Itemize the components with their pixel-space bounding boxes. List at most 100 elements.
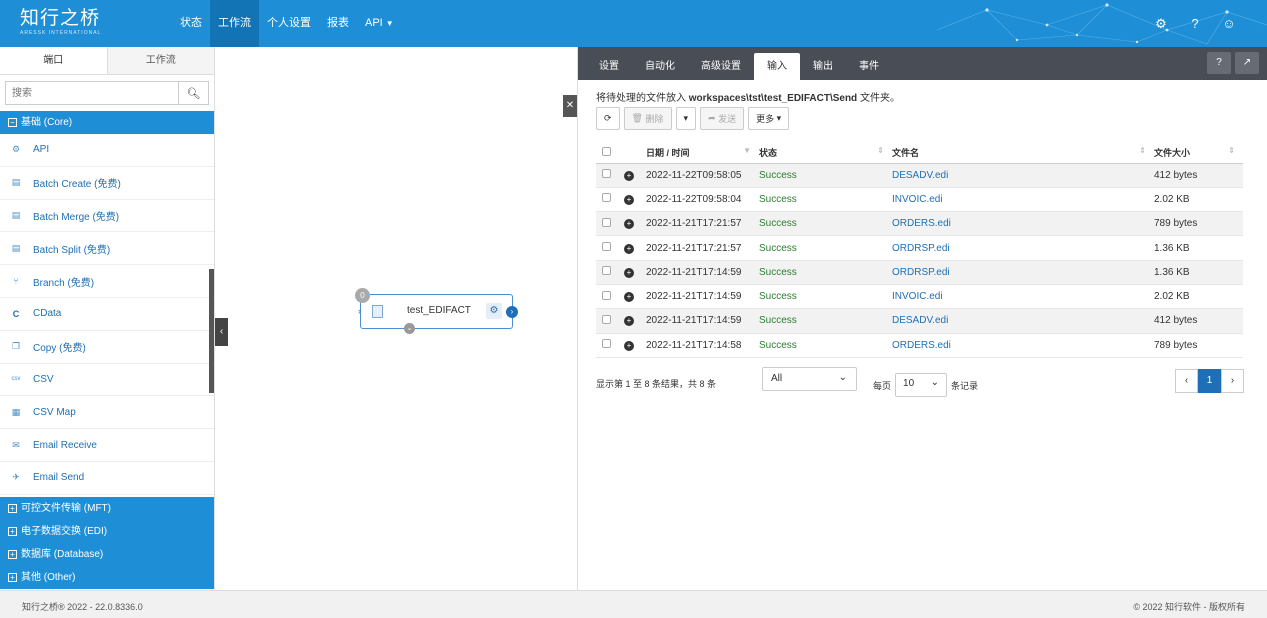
status-filter-select[interactable]: All ⌄	[762, 367, 857, 391]
connector-item-batch-merge[interactable]: ▤ Batch Merge (免费)	[0, 200, 214, 233]
connector-item-copy[interactable]: ❐ Copy (免费)	[0, 331, 214, 364]
expand-row-icon[interactable]: +	[624, 340, 634, 351]
category-edi[interactable]: + 电子数据交换 (EDI)	[0, 520, 214, 543]
api-icon: ⚙	[11, 144, 21, 155]
table-row[interactable]: +2022-11-21T17:21:57 Success ORDERS.edi 789…	[596, 211, 1243, 237]
table-row[interactable]: +2022-11-21T17:14:58 Success ORDERS.edi 789…	[596, 333, 1243, 358]
tab-output[interactable]: 输出	[800, 47, 846, 80]
expand-row-icon[interactable]: +	[624, 267, 634, 278]
per-page: 每页 10 ⌄ 条记录	[873, 373, 978, 397]
node-gear-icon[interactable]: ⚙	[486, 303, 502, 319]
nav-personal-settings[interactable]: 个人设置	[259, 0, 319, 47]
row-checkbox[interactable]	[602, 314, 611, 324]
row-filename-link[interactable]: INVOIC.edi	[892, 187, 1154, 213]
per-page-select[interactable]: 10 ⌄	[895, 373, 948, 397]
row-checkbox[interactable]	[602, 193, 611, 203]
expand-row-icon[interactable]: +	[624, 194, 634, 205]
more-button[interactable]: 更多 ▾	[748, 107, 790, 130]
row-filename-link[interactable]: ORDERS.edi	[892, 333, 1154, 358]
connector-item-batch-split[interactable]: ▤ Batch Split (免费)	[0, 232, 214, 266]
row-checkbox[interactable]	[602, 290, 611, 300]
page-button-current[interactable]: 1	[1198, 369, 1221, 393]
category-core[interactable]: − 基础 (Core)	[0, 111, 214, 134]
table-row[interactable]: +2022-11-22T09:58:05 Success DESADV.edi 412…	[596, 163, 1243, 188]
connector-item-branch[interactable]: ⑂ Branch (免费)	[0, 265, 214, 298]
nav-reports[interactable]: 报表	[319, 0, 357, 47]
expand-row-icon[interactable]: +	[624, 170, 634, 181]
nav-api[interactable]: API ▼	[357, 0, 402, 47]
connector-item-batch-create[interactable]: ▤ Batch Create (免费)	[0, 167, 214, 200]
expand-icon: +	[8, 550, 17, 559]
output-port-icon[interactable]: ›	[506, 306, 518, 318]
expand-row-icon[interactable]: +	[624, 219, 634, 230]
row-filename-link[interactable]: INVOIC.edi	[892, 284, 1154, 310]
csv-map-icon: ▦	[11, 406, 21, 417]
row-filename-link[interactable]: DESADV.edi	[892, 308, 1154, 334]
connector-item-csv[interactable]: csv CSV	[0, 364, 214, 397]
external-link-icon[interactable]: ↗	[1235, 52, 1259, 74]
row-checkbox[interactable]	[602, 217, 611, 227]
tab-events[interactable]: 事件	[846, 47, 892, 80]
table-row[interactable]: +2022-11-21T17:14:59 Success INVOIC.edi 2.0…	[596, 284, 1243, 310]
next-page-button[interactable]: ›	[1221, 369, 1244, 393]
connector-item-csv-map[interactable]: ▦ CSV Map	[0, 396, 214, 430]
col-datetime[interactable]: 日期 / 时间 ▼	[646, 143, 759, 164]
category-mft[interactable]: + 可控文件传输 (MFT)	[0, 497, 214, 520]
gear-icon[interactable]: ⚙	[1153, 16, 1169, 32]
row-checkbox[interactable]	[602, 169, 611, 179]
row-filename-link[interactable]: DESADV.edi	[892, 163, 1154, 188]
send-label: 发送	[718, 114, 737, 124]
cdata-icon: C	[12, 308, 20, 319]
table-row[interactable]: +2022-11-21T17:14:59 Success ORDRSP.edi 1.3…	[596, 260, 1243, 285]
chevron-down-icon[interactable]: ⌄	[404, 323, 415, 334]
table-row[interactable]: +2022-11-21T17:21:57 Success ORDRSP.edi 1.3…	[596, 235, 1243, 261]
col-filename[interactable]: 文件名 ⇕	[892, 143, 1154, 164]
collapse-sidebar-button[interactable]: ‹	[215, 318, 228, 346]
table-row[interactable]: +2022-11-21T17:14:59 Success DESADV.edi 412…	[596, 308, 1243, 334]
connector-item-api[interactable]: ⚙ API	[0, 134, 214, 167]
row-checkbox[interactable]	[602, 339, 611, 349]
sidebar-tabs: 端口 工作流	[0, 47, 214, 75]
expand-row-icon[interactable]: +	[624, 243, 634, 254]
tab-automation[interactable]: 自动化	[632, 47, 688, 80]
logo[interactable]: 知行之桥 ARESSK INTERNATIONAL	[20, 8, 101, 36]
row-filename-link[interactable]: ORDRSP.edi	[892, 260, 1154, 285]
row-checkbox[interactable]	[602, 266, 611, 276]
row-filename-link[interactable]: ORDERS.edi	[892, 211, 1154, 237]
user-icon[interactable]: ☺	[1221, 16, 1237, 31]
tab-input[interactable]: 输入	[754, 53, 800, 80]
send-button[interactable]: ➦ 发送	[700, 107, 745, 130]
tab-advanced[interactable]: 高级设置	[688, 47, 754, 80]
row-checkbox[interactable]	[602, 242, 611, 252]
nav-status[interactable]: 状态	[172, 0, 210, 47]
connector-item-email-send[interactable]: ✈ Email Send	[0, 462, 214, 495]
flow-node[interactable]: 0 › test_EDIFACT ⚙ › ⌄	[355, 288, 518, 334]
col-filesize[interactable]: 文件大小 ⇕	[1154, 143, 1243, 164]
col-status[interactable]: 状态 ⇕	[759, 143, 892, 164]
search-button[interactable]: 🔍︎	[178, 82, 208, 104]
delete-dropdown-button[interactable]: ▾	[675, 107, 697, 130]
sidebar-scrollbar[interactable]	[209, 269, 214, 393]
category-other[interactable]: + 其他 (Other)	[0, 566, 214, 589]
input-port-icon[interactable]: ›	[358, 306, 361, 316]
tab-settings[interactable]: 设置	[586, 47, 632, 80]
table-row[interactable]: +2022-11-22T09:58:04 Success INVOIC.edi 2.0…	[596, 187, 1243, 213]
select-all-checkbox[interactable]	[602, 147, 611, 157]
row-select-cell	[596, 211, 624, 237]
connector-item-cdata[interactable]: C CData	[0, 298, 214, 331]
row-filename-link[interactable]: ORDRSP.edi	[892, 235, 1154, 261]
expand-row-icon[interactable]: +	[624, 292, 634, 303]
nav-workflow[interactable]: 工作流	[210, 0, 259, 47]
category-database[interactable]: + 数据库 (Database)	[0, 543, 214, 566]
help-icon[interactable]: ?	[1187, 16, 1203, 31]
refresh-button[interactable]: ⟳	[596, 107, 620, 130]
tab-ports[interactable]: 端口	[0, 47, 108, 74]
tab-workflows[interactable]: 工作流	[108, 47, 215, 74]
help-icon[interactable]: ?	[1207, 52, 1231, 74]
search-input[interactable]	[6, 82, 178, 104]
delete-button[interactable]: 🗑︎ 删除	[623, 107, 672, 130]
prev-page-button[interactable]: ‹	[1175, 369, 1198, 393]
close-panel-button[interactable]: ✕	[563, 95, 577, 117]
expand-row-icon[interactable]: +	[624, 316, 634, 327]
connector-item-email-receive[interactable]: ✉ Email Receive	[0, 429, 214, 462]
